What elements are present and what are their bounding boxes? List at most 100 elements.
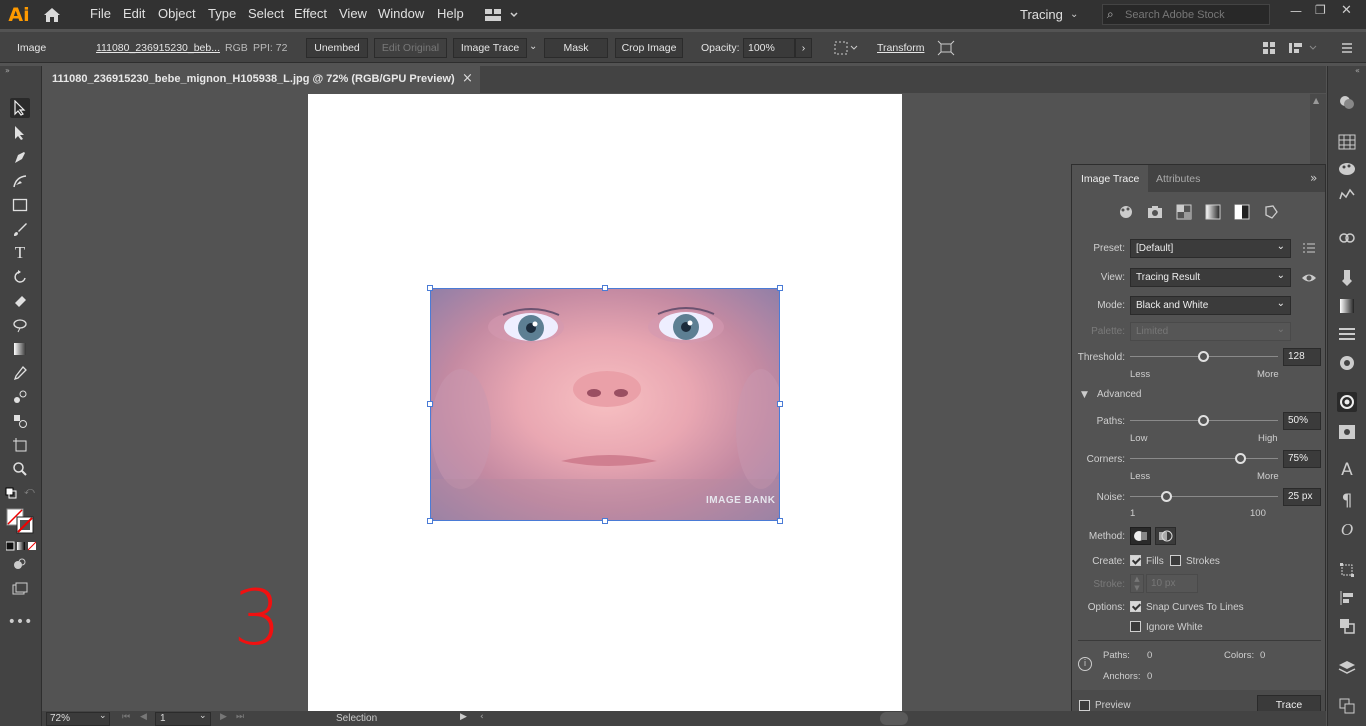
stroke-input[interactable]: 10 px: [1146, 574, 1198, 593]
workspace-switcher[interactable]: Tracing: [1020, 7, 1063, 22]
threshold-input[interactable]: 128: [1283, 348, 1321, 366]
crop-image-button[interactable]: Crop Image: [615, 38, 683, 58]
curvature-tool-icon[interactable]: [10, 171, 30, 191]
advanced-toggle-icon[interactable]: ▼: [1081, 390, 1088, 400]
image-trace-panel-icon[interactable]: [1337, 392, 1357, 412]
screen-mode-icon[interactable]: [10, 579, 30, 599]
edit-original-button[interactable]: Edit Original: [374, 38, 447, 58]
view-dropdown[interactable]: Tracing Result ⌄: [1130, 268, 1291, 287]
opacity-input[interactable]: 100%: [743, 38, 795, 58]
arrange-documents-icon[interactable]: [484, 8, 520, 22]
default-fill-stroke-icon[interactable]: [5, 487, 17, 499]
artboard-number-dropdown[interactable]: 1 ⌄: [155, 711, 211, 726]
noise-input[interactable]: 25 px: [1283, 488, 1321, 506]
menu-effect[interactable]: Effect: [294, 6, 327, 21]
transform-panel-icon[interactable]: [1337, 560, 1357, 580]
align-panel-icon[interactable]: [1337, 588, 1357, 608]
type-tool-icon[interactable]: T: [10, 243, 30, 263]
auto-color-preset-icon[interactable]: [1118, 204, 1134, 220]
method-abutting-button[interactable]: [1130, 527, 1151, 545]
tab-image-trace[interactable]: Image Trace: [1072, 165, 1148, 192]
color-mode-icons[interactable]: [5, 541, 37, 551]
next-artboard-icon[interactable]: ▶: [220, 712, 227, 722]
eye-icon[interactable]: [1301, 272, 1317, 284]
panel-menu-icon[interactable]: [1340, 41, 1354, 55]
unembed-button[interactable]: Unembed: [306, 38, 368, 58]
strokes-checkbox[interactable]: [1170, 555, 1181, 566]
preset-dropdown[interactable]: [Default] ⌄: [1130, 239, 1291, 258]
direct-selection-tool-icon[interactable]: [10, 123, 30, 143]
more-tools-icon[interactable]: •••: [8, 612, 33, 632]
noise-slider[interactable]: [1130, 491, 1278, 502]
horizontal-scroll-thumb[interactable]: [880, 712, 908, 725]
menu-object[interactable]: Object: [158, 6, 196, 21]
status-menu-arrow-icon[interactable]: ▶: [460, 712, 467, 722]
layers-icon[interactable]: [1337, 658, 1357, 678]
placed-image[interactable]: IMAGE BANK: [430, 288, 780, 521]
last-artboard-icon[interactable]: ⏭: [236, 712, 244, 722]
opacity-arrow-icon[interactable]: ›: [795, 38, 812, 58]
paragraph-icon[interactable]: ¶: [1337, 491, 1357, 511]
fills-checkbox[interactable]: [1130, 555, 1141, 566]
image-trace-button[interactable]: Image Trace: [453, 38, 527, 58]
corners-input[interactable]: 75%: [1283, 450, 1321, 468]
low-color-preset-icon[interactable]: [1176, 204, 1192, 220]
pathfinder-icon[interactable]: [1337, 616, 1357, 636]
close-tab-icon[interactable]: ×: [462, 71, 473, 86]
snap-curves-checkbox[interactable]: [1130, 601, 1141, 612]
collapse-toolbar-icon[interactable]: »: [5, 66, 10, 75]
handle-bottom-right[interactable]: [777, 518, 783, 524]
color-guide-icon[interactable]: [1337, 159, 1357, 179]
menu-edit[interactable]: Edit: [123, 6, 145, 21]
eraser-tool-icon[interactable]: [10, 291, 30, 311]
black-white-preset-icon[interactable]: [1234, 204, 1250, 220]
current-tool-readout[interactable]: Selection: [336, 713, 377, 724]
appearance-icon[interactable]: [1337, 92, 1357, 112]
brushes-icon[interactable]: [1337, 184, 1357, 204]
menu-view[interactable]: View: [339, 6, 367, 21]
handle-middle-left[interactable]: [427, 401, 433, 407]
collapse-dock-icon[interactable]: «: [1355, 66, 1360, 75]
swap-fill-stroke-icon[interactable]: ⤺: [24, 486, 35, 497]
preview-checkbox[interactable]: [1079, 700, 1090, 711]
grayscale-preset-icon[interactable]: [1205, 204, 1221, 220]
align-icon[interactable]: [833, 40, 859, 56]
warp-tool-icon[interactable]: [10, 315, 30, 335]
zoom-dropdown[interactable]: 72% ⌄: [46, 711, 110, 726]
stroke-stepper[interactable]: ▲ ▼: [1130, 574, 1144, 593]
handle-top-center[interactable]: [602, 285, 608, 291]
corners-slider[interactable]: [1130, 453, 1278, 464]
menu-file[interactable]: File: [90, 6, 111, 21]
artboard-tool-icon[interactable]: [10, 435, 30, 455]
menu-window[interactable]: Window: [378, 6, 424, 21]
symbol-sprayer-tool-icon[interactable]: [10, 411, 30, 431]
outline-preset-icon[interactable]: [1263, 204, 1279, 220]
handle-bottom-center[interactable]: [602, 518, 608, 524]
advanced-toggle[interactable]: Advanced: [1097, 389, 1141, 400]
trace-presets-chevron-icon[interactable]: ⌄: [529, 41, 537, 52]
panel-expand-icon[interactable]: »: [1310, 171, 1317, 185]
pen-tool-icon[interactable]: [10, 147, 30, 167]
stroke-icon[interactable]: [1337, 324, 1357, 344]
high-color-preset-icon[interactable]: [1147, 204, 1163, 220]
palette-dropdown[interactable]: Limited ⌄: [1130, 322, 1291, 341]
graphic-styles-icon[interactable]: [1337, 268, 1357, 288]
arrange-icon[interactable]: [1288, 41, 1318, 55]
close-window-icon[interactable]: ✕: [1341, 3, 1352, 18]
rotate-tool-icon[interactable]: [10, 267, 30, 287]
opentype-icon[interactable]: O: [1337, 520, 1357, 540]
transparency-icon[interactable]: [1337, 353, 1357, 373]
menu-select[interactable]: Select: [248, 6, 284, 21]
fill-stroke-swatches[interactable]: [6, 508, 36, 536]
restore-icon[interactable]: ❐: [1315, 3, 1326, 17]
manage-presets-icon[interactable]: [1302, 241, 1316, 255]
method-overlapping-button[interactable]: [1155, 527, 1176, 545]
search-stock-field[interactable]: ⌕ Search Adobe Stock: [1102, 4, 1270, 25]
first-artboard-icon[interactable]: ⏮: [122, 712, 130, 722]
artboards-icon[interactable]: [1337, 696, 1357, 716]
scroll-left-icon[interactable]: ‹: [480, 712, 484, 722]
chevron-down-icon[interactable]: ⌄: [1070, 9, 1078, 20]
transform-link[interactable]: Transform: [877, 42, 924, 54]
noise-slider-knob[interactable]: [1161, 491, 1172, 502]
draw-mode-icon[interactable]: [10, 554, 30, 574]
